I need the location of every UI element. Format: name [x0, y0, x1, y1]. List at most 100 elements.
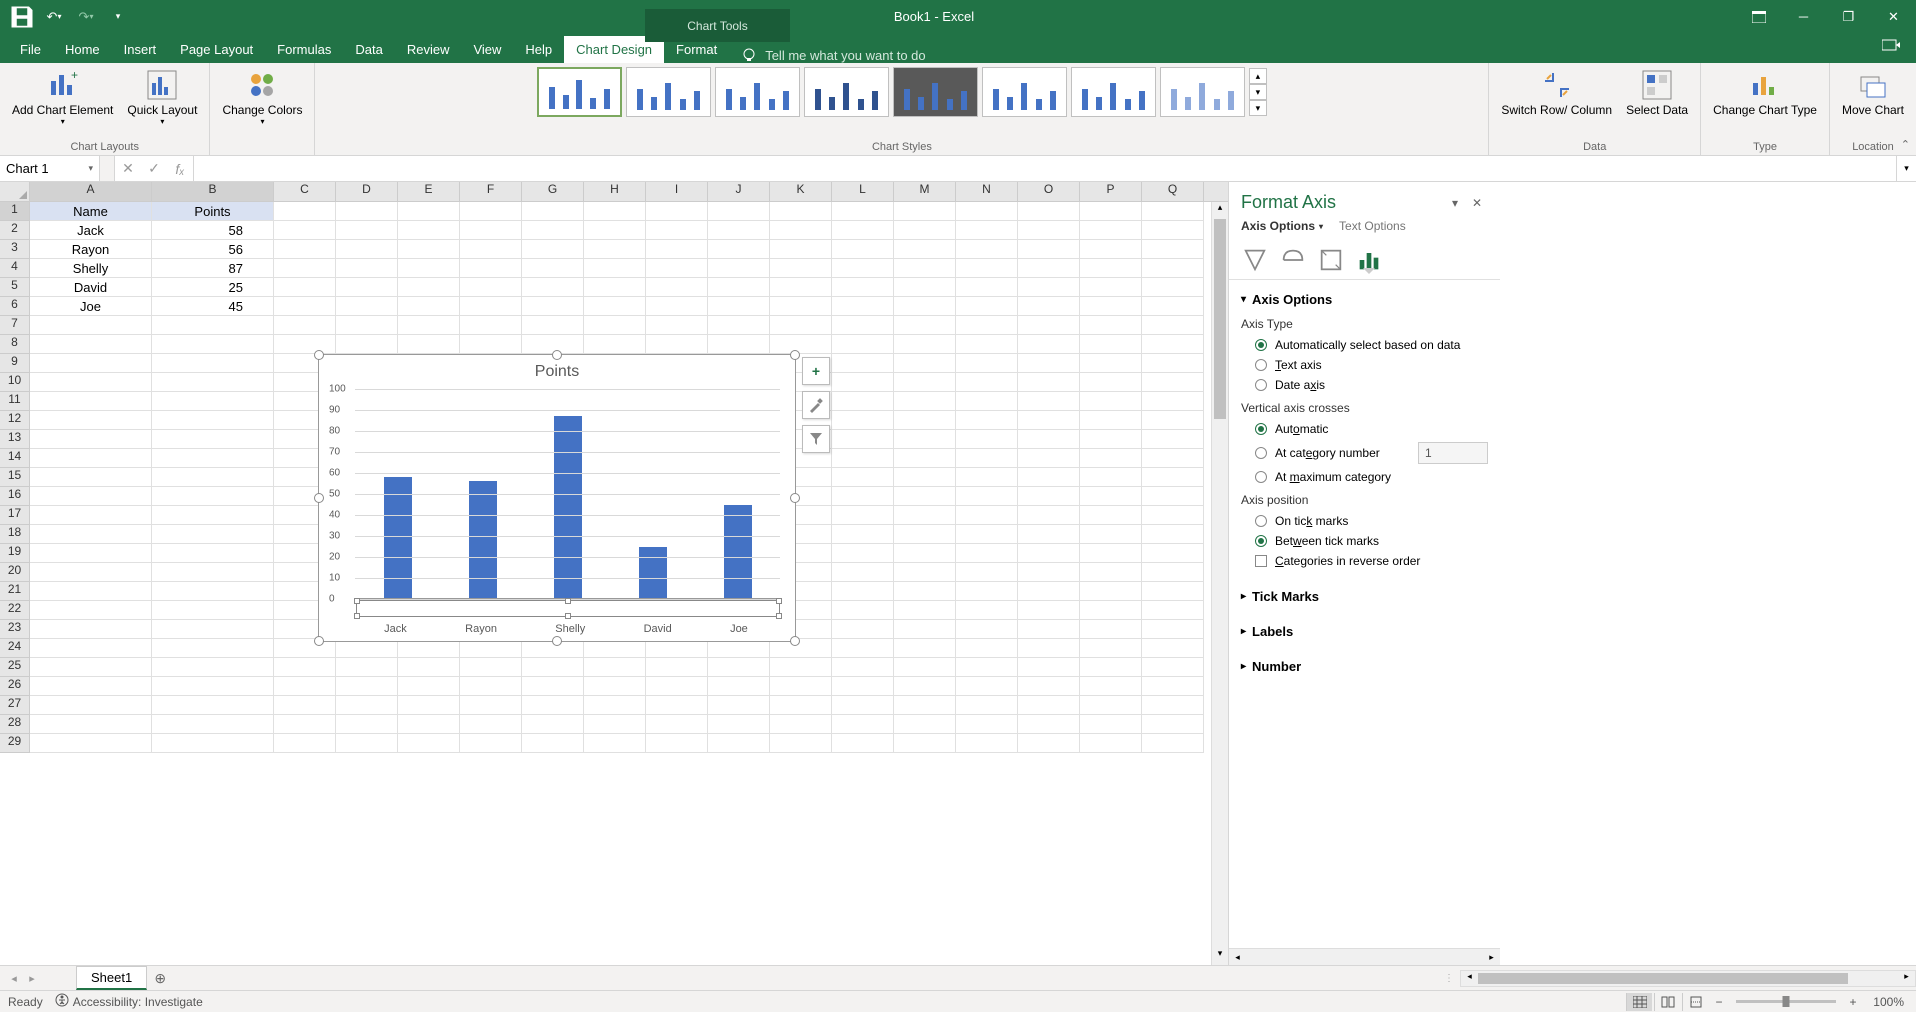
- cell[interactable]: [1080, 411, 1142, 430]
- cell[interactable]: [956, 544, 1018, 563]
- cell[interactable]: [894, 734, 956, 753]
- cell[interactable]: [522, 658, 584, 677]
- cell[interactable]: [708, 221, 770, 240]
- pane-scroll-right[interactable]: ▸: [1483, 952, 1500, 963]
- move-chart-button[interactable]: Move Chart: [1838, 67, 1908, 119]
- cell[interactable]: [832, 411, 894, 430]
- cell[interactable]: [522, 734, 584, 753]
- cell[interactable]: [770, 240, 832, 259]
- cell[interactable]: [460, 297, 522, 316]
- cell[interactable]: [152, 582, 274, 601]
- minimize-icon[interactable]: ─: [1781, 3, 1826, 31]
- cell[interactable]: [274, 658, 336, 677]
- col-header-L[interactable]: L: [832, 182, 894, 201]
- chart-styles-button[interactable]: [802, 391, 830, 419]
- cell[interactable]: [1142, 715, 1204, 734]
- cell[interactable]: [956, 487, 1018, 506]
- cell[interactable]: Points: [152, 202, 274, 221]
- pane-options-dropdown-icon[interactable]: ▾: [1444, 196, 1466, 210]
- embedded-chart[interactable]: Points 0102030405060708090100 JackRayonS…: [318, 354, 796, 642]
- pane-close-icon[interactable]: ✕: [1466, 196, 1488, 210]
- cell[interactable]: [894, 297, 956, 316]
- save-icon[interactable]: [8, 3, 36, 31]
- row-header-10[interactable]: 10: [0, 373, 30, 392]
- cell[interactable]: [274, 677, 336, 696]
- cell[interactable]: [398, 677, 460, 696]
- chart-bar[interactable]: [724, 505, 752, 600]
- cell[interactable]: [336, 259, 398, 278]
- cell[interactable]: [30, 639, 152, 658]
- row-header-18[interactable]: 18: [0, 525, 30, 544]
- cell[interactable]: [274, 696, 336, 715]
- h-scroll-right[interactable]: ▸: [1898, 971, 1915, 986]
- select-all-cells[interactable]: [0, 182, 30, 201]
- cell[interactable]: [398, 696, 460, 715]
- cell[interactable]: [152, 696, 274, 715]
- cell[interactable]: [956, 202, 1018, 221]
- cell[interactable]: [152, 430, 274, 449]
- cell[interactable]: [398, 278, 460, 297]
- cell[interactable]: [1018, 335, 1080, 354]
- option-auto-select[interactable]: Automatically select based on data: [1241, 335, 1488, 355]
- option-at-category-number[interactable]: At category number: [1241, 439, 1488, 467]
- cell[interactable]: [336, 240, 398, 259]
- cell[interactable]: [1018, 221, 1080, 240]
- cell[interactable]: [460, 240, 522, 259]
- row-header-24[interactable]: 24: [0, 639, 30, 658]
- chart-title[interactable]: Points: [319, 355, 795, 389]
- cell[interactable]: [1080, 525, 1142, 544]
- cell[interactable]: [460, 677, 522, 696]
- change-chart-type-button[interactable]: Change Chart Type: [1709, 67, 1821, 119]
- cell[interactable]: [30, 677, 152, 696]
- tab-page-layout[interactable]: Page Layout: [168, 36, 265, 63]
- cell[interactable]: [1018, 620, 1080, 639]
- cell[interactable]: [832, 468, 894, 487]
- chart-style-3[interactable]: [715, 67, 800, 117]
- cell[interactable]: 56: [152, 240, 274, 259]
- section-tick-marks[interactable]: ▸Tick Marks: [1241, 585, 1488, 608]
- axis-options-icon[interactable]: [1355, 247, 1383, 273]
- row-header-27[interactable]: 27: [0, 696, 30, 715]
- chart-style-2[interactable]: [626, 67, 711, 117]
- col-header-C[interactable]: C: [274, 182, 336, 201]
- col-header-D[interactable]: D: [336, 182, 398, 201]
- cell[interactable]: [152, 487, 274, 506]
- cell[interactable]: [30, 658, 152, 677]
- cell[interactable]: [522, 677, 584, 696]
- cell[interactable]: [1080, 734, 1142, 753]
- cell[interactable]: [1018, 430, 1080, 449]
- expand-formula-bar-icon[interactable]: ▾: [1896, 156, 1916, 181]
- cell[interactable]: [522, 259, 584, 278]
- cell[interactable]: [894, 582, 956, 601]
- cell[interactable]: [1018, 639, 1080, 658]
- cell[interactable]: [1142, 468, 1204, 487]
- cell[interactable]: [894, 601, 956, 620]
- cell[interactable]: [30, 563, 152, 582]
- cell[interactable]: [832, 392, 894, 411]
- cell[interactable]: David: [30, 278, 152, 297]
- cell[interactable]: [522, 221, 584, 240]
- cell[interactable]: [956, 449, 1018, 468]
- cell[interactable]: [30, 696, 152, 715]
- cell[interactable]: [336, 297, 398, 316]
- cell[interactable]: [398, 658, 460, 677]
- row-header-6[interactable]: 6: [0, 297, 30, 316]
- cell[interactable]: [770, 658, 832, 677]
- cell[interactable]: [956, 506, 1018, 525]
- cell[interactable]: [1018, 487, 1080, 506]
- cell[interactable]: Shelly: [30, 259, 152, 278]
- cell[interactable]: [956, 582, 1018, 601]
- cell[interactable]: [770, 335, 832, 354]
- cell[interactable]: [1018, 354, 1080, 373]
- chart-bar[interactable]: [469, 481, 497, 599]
- cell[interactable]: [152, 335, 274, 354]
- cell[interactable]: [1080, 658, 1142, 677]
- row-header-20[interactable]: 20: [0, 563, 30, 582]
- cell[interactable]: [1142, 601, 1204, 620]
- chart-elements-button[interactable]: +: [802, 357, 830, 385]
- cell[interactable]: [584, 734, 646, 753]
- page-break-view-icon[interactable]: [1682, 993, 1708, 1011]
- cell[interactable]: [30, 468, 152, 487]
- cell[interactable]: [336, 715, 398, 734]
- cell[interactable]: [894, 449, 956, 468]
